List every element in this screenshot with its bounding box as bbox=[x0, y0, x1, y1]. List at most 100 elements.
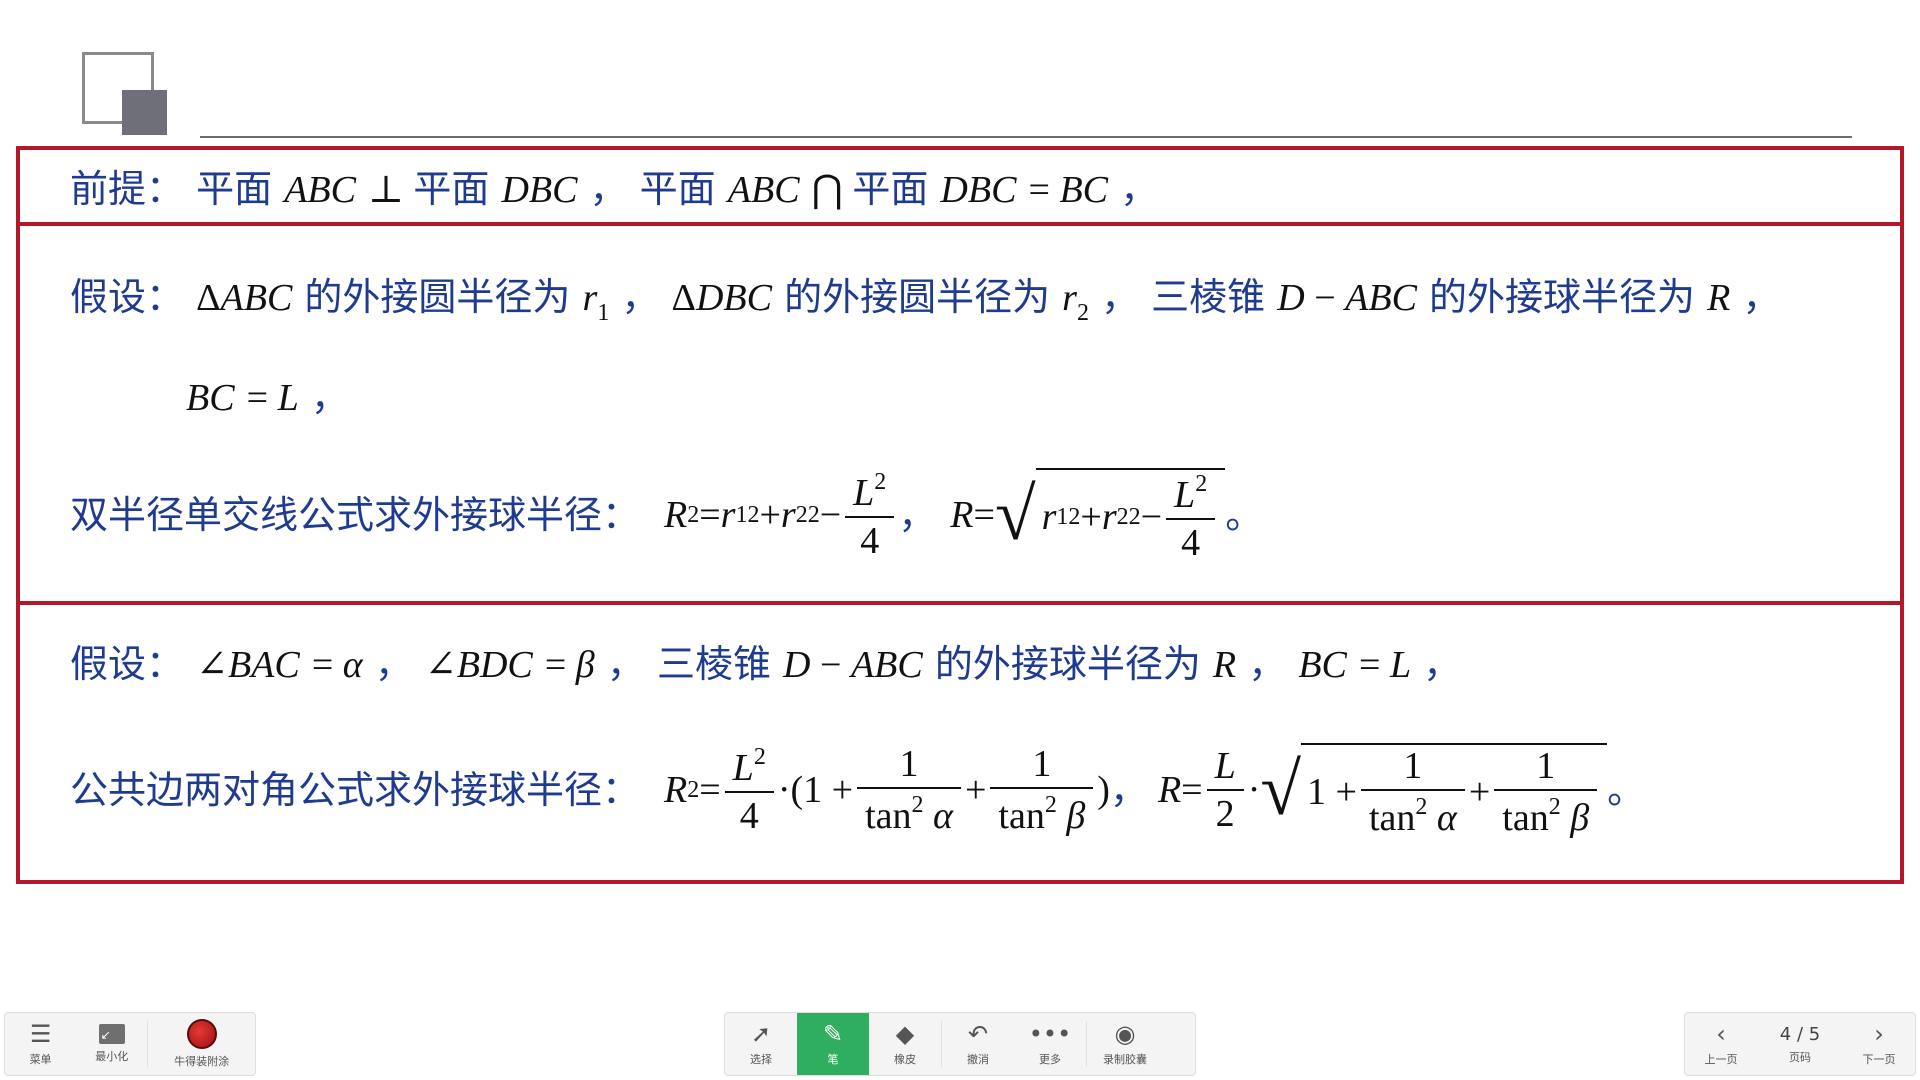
math: BC bbox=[1298, 644, 1347, 686]
fraction: L2 4 bbox=[845, 470, 895, 560]
hamburger-icon: ☰ bbox=[29, 1020, 52, 1048]
punct: ， bbox=[1109, 768, 1148, 812]
formula1-label: 双半径单交线公式求外接球半径： bbox=[70, 493, 641, 537]
math: L bbox=[732, 747, 754, 789]
punct: ， bbox=[1101, 275, 1140, 319]
paren-close: ) bbox=[1097, 769, 1110, 811]
minimize-label: 最小化 bbox=[95, 1050, 129, 1063]
fraction-bar bbox=[990, 787, 1094, 789]
superscript: 2 bbox=[753, 744, 766, 770]
sqrt: √ r12 + r22 − L2 4 bbox=[995, 468, 1226, 564]
pen-button[interactable]: ✎ 笔 bbox=[797, 1013, 869, 1075]
page-indicator[interactable]: 4 / 5 页码 bbox=[1757, 1013, 1843, 1075]
math: β bbox=[575, 644, 595, 686]
record-button[interactable]: ◉ 录制胶囊 bbox=[1087, 1013, 1163, 1075]
page-number: 4 / 5 bbox=[1779, 1023, 1821, 1045]
pen-label: 笔 bbox=[827, 1053, 839, 1066]
math: L bbox=[1174, 474, 1196, 516]
math: β bbox=[1570, 797, 1590, 839]
prev-page-button[interactable]: ‹ 上一页 bbox=[1685, 1013, 1757, 1075]
superscript: 2 bbox=[1044, 792, 1057, 818]
text: 平面 bbox=[196, 167, 273, 211]
subscript: 2 bbox=[1076, 300, 1089, 326]
math: L bbox=[1389, 644, 1412, 686]
dot: · bbox=[1247, 769, 1261, 811]
punct: ， bbox=[374, 642, 413, 686]
punct: ， bbox=[310, 375, 349, 419]
math: ABC bbox=[1345, 277, 1417, 319]
eraser-button[interactable]: ◆ 橡皮 bbox=[869, 1013, 941, 1075]
subscript: 1 bbox=[597, 300, 610, 326]
numerator: 1 bbox=[1536, 745, 1556, 787]
double-radius-box: 假设： ΔABC 的外接圆半径为 r1 ， ΔDBC 的外接圆半径为 r2 ， … bbox=[16, 222, 1904, 605]
superscript: 2 bbox=[687, 777, 700, 803]
formula2-label: 公共边两对角公式求外接球半径： bbox=[70, 768, 641, 812]
eq: = bbox=[1181, 769, 1203, 811]
text: 的外接圆半径为 bbox=[784, 275, 1051, 319]
denominator: 4 bbox=[1181, 522, 1201, 564]
more-button[interactable]: ••• 更多 bbox=[1014, 1013, 1086, 1075]
subscript: 1 bbox=[1056, 504, 1069, 530]
eq: = bbox=[699, 769, 721, 811]
fraction-bar bbox=[1206, 789, 1244, 791]
select-button[interactable]: ➚ 选择 bbox=[725, 1013, 797, 1075]
tan: tan bbox=[1502, 797, 1549, 839]
math: ABC bbox=[850, 644, 923, 686]
menu-label: 菜单 bbox=[29, 1053, 52, 1066]
fraction: L2 4 bbox=[1166, 471, 1216, 564]
superscript: 2 bbox=[687, 502, 700, 528]
math: BC bbox=[186, 377, 235, 419]
assumption1-line2: BC = L ， bbox=[186, 378, 349, 417]
fraction: 1 tan2 α bbox=[857, 745, 961, 835]
header-rule bbox=[200, 136, 1852, 138]
fraction: L2 4 bbox=[724, 744, 774, 835]
plus: + bbox=[964, 769, 987, 811]
math: ABC bbox=[727, 169, 800, 211]
text: 三棱锥 bbox=[656, 642, 771, 686]
fraction: L 2 bbox=[1206, 745, 1244, 835]
eq: = bbox=[1028, 169, 1060, 211]
tan: tan bbox=[998, 795, 1045, 837]
numerator: L bbox=[1214, 745, 1236, 787]
eq: = bbox=[973, 494, 995, 536]
next-page-button[interactable]: › 下一页 bbox=[1843, 1013, 1915, 1075]
minimize-button[interactable]: ↙ 最小化 bbox=[76, 1013, 147, 1075]
eq: = bbox=[1359, 644, 1390, 686]
text: 的外接球半径为 bbox=[1429, 275, 1696, 319]
more-label: 更多 bbox=[1039, 1053, 1061, 1066]
math: R bbox=[664, 769, 688, 811]
menu-button[interactable]: ☰ 菜单 bbox=[5, 1013, 76, 1075]
fraction-bar bbox=[1360, 789, 1465, 791]
math: BAC bbox=[227, 644, 300, 686]
prev-label: 上一页 bbox=[1704, 1053, 1738, 1066]
fraction-bar bbox=[724, 791, 774, 793]
math: r bbox=[1101, 496, 1117, 538]
more-dots-icon: ••• bbox=[1028, 1020, 1072, 1048]
eraser-label: 橡皮 bbox=[894, 1053, 916, 1066]
app-button[interactable]: 牛得装附涂 bbox=[148, 1013, 255, 1075]
chevron-right-icon: › bbox=[1874, 1020, 1884, 1048]
math: ABC bbox=[220, 277, 293, 319]
math: R bbox=[1707, 277, 1731, 319]
next-label: 下一页 bbox=[1862, 1053, 1896, 1066]
premise-label: 前提： bbox=[70, 167, 185, 211]
superscript: 2 bbox=[1415, 794, 1428, 820]
math: L bbox=[277, 377, 299, 419]
angle-symbol: ∠ bbox=[424, 644, 457, 686]
select-label: 选择 bbox=[750, 1053, 772, 1066]
delta: Δ bbox=[671, 277, 696, 319]
math: L bbox=[853, 472, 875, 514]
undo-icon: ↶ bbox=[967, 1020, 989, 1048]
math: ABC bbox=[284, 169, 356, 211]
cursor-icon: ➚ bbox=[750, 1020, 772, 1048]
subscript: 2 bbox=[1116, 504, 1129, 530]
superscript: 2 bbox=[1195, 471, 1208, 497]
math: r bbox=[1041, 496, 1057, 538]
math: R bbox=[1212, 644, 1237, 686]
plus: + bbox=[759, 494, 781, 536]
minus: − bbox=[1304, 277, 1346, 319]
denominator: 2 bbox=[1215, 793, 1235, 835]
tan: tan bbox=[865, 795, 912, 837]
minus: − bbox=[810, 644, 851, 686]
undo-button[interactable]: ↶ 撤消 bbox=[942, 1013, 1014, 1075]
